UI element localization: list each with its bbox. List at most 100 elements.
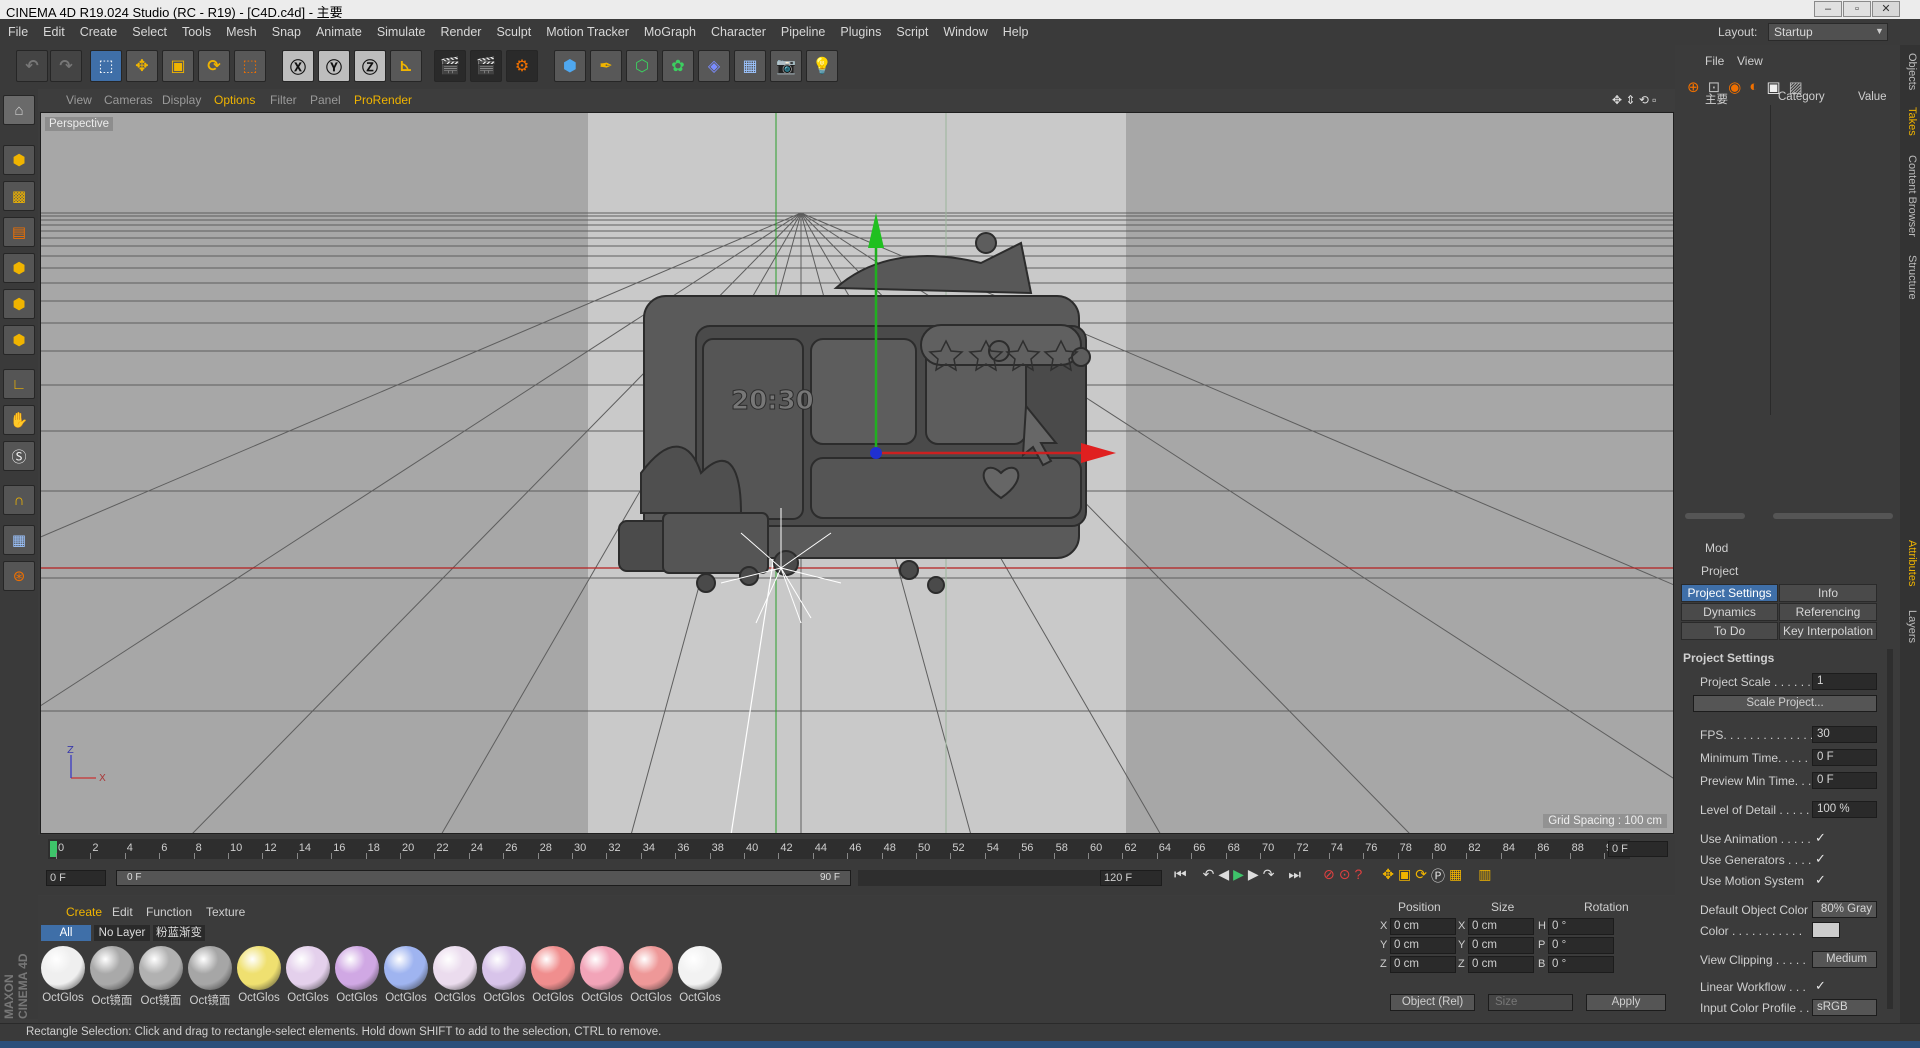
layout-select[interactable]: Startup	[1768, 23, 1888, 41]
next-frame-icon[interactable]: ▶	[1248, 866, 1259, 890]
menu-simulate[interactable]: Simulate	[377, 25, 426, 39]
coord-value-field[interactable]: 0 °	[1548, 937, 1614, 954]
attributes-hscrollbar[interactable]	[1773, 513, 1893, 519]
coordinate-system-icon[interactable]: ⊾	[390, 50, 422, 82]
model-mode-icon[interactable]: ⬢	[3, 145, 35, 175]
menu-motion-tracker[interactable]: Motion Tracker	[546, 25, 629, 39]
move-icon[interactable]: ✥	[126, 50, 158, 82]
attributes-vscrollbar[interactable]	[1887, 649, 1893, 1009]
material-ball[interactable]	[139, 946, 183, 990]
tweak-mode-icon[interactable]: ✋	[3, 405, 35, 435]
key-position-icon[interactable]: ✥	[1382, 866, 1394, 890]
level-of-detail-field[interactable]: 100 %	[1812, 801, 1877, 818]
prev-key-icon[interactable]: ↶	[1203, 866, 1215, 890]
current-frame-field[interactable]: 0 F	[1608, 841, 1668, 857]
coord-value-field[interactable]: 0 cm	[1390, 956, 1456, 973]
snap-icon[interactable]: Ⓢ	[3, 441, 35, 471]
coord-value-field[interactable]: 0 cm	[1390, 937, 1456, 954]
attributes-mode-menu[interactable]: Mod	[1705, 541, 1728, 555]
timeline-ruler[interactable]: 0 2 4 6 8 10 12 14 16 18 20 22 24 26 28 30 32 34 36 38 40 42 4…	[48, 839, 1630, 859]
use-motion-system-checkbox[interactable]: ✓	[1815, 872, 1826, 888]
material-ball[interactable]	[286, 946, 330, 990]
menu-file[interactable]: File	[8, 25, 28, 39]
use-generators-checkbox[interactable]: ✓	[1815, 851, 1826, 867]
menu-tools[interactable]: Tools	[182, 25, 211, 39]
goto-start-icon[interactable]: ⏮	[1174, 866, 1187, 890]
material-ball[interactable]	[433, 946, 477, 990]
menu-window[interactable]: Window	[943, 25, 987, 39]
tab-info[interactable]: Info	[1779, 584, 1877, 602]
rotate-icon[interactable]: ⟳	[198, 50, 230, 82]
material-ball[interactable]	[90, 946, 134, 990]
menu-pipeline[interactable]: Pipeline	[781, 25, 825, 39]
range-slider[interactable]: 0 F 90 F	[116, 870, 851, 886]
side-tab-content-browser[interactable]: Content Browser	[1902, 155, 1918, 237]
menu-animate[interactable]: Animate	[316, 25, 362, 39]
material-ball[interactable]	[335, 946, 379, 990]
menu-mograph[interactable]: MoGraph	[644, 25, 696, 39]
coord-value-field[interactable]: 0 cm	[1390, 918, 1456, 935]
scale-project-button[interactable]: Scale Project...	[1693, 695, 1877, 712]
project-scale-field[interactable]: 1	[1812, 673, 1877, 690]
undo-icon[interactable]: ↶	[16, 50, 48, 82]
keyframe-selection-icon[interactable]: ?	[1355, 866, 1363, 890]
menu-snap[interactable]: Snap	[272, 25, 301, 39]
workplane-lock-icon[interactable]: ▦	[3, 525, 35, 555]
color-swatch[interactable]	[1812, 922, 1840, 938]
make-editable-icon[interactable]: ⌂	[3, 95, 35, 125]
tab-dynamics[interactable]: Dynamics	[1681, 603, 1778, 621]
close-button[interactable]: ✕	[1872, 1, 1900, 17]
menu-sculpt[interactable]: Sculpt	[496, 25, 531, 39]
axis-mode-icon[interactable]: ∟	[3, 369, 35, 399]
redo-icon[interactable]: ↷	[50, 50, 82, 82]
side-tab-attributes[interactable]: Attributes	[1902, 540, 1918, 586]
pen-spline-icon[interactable]: ✒	[590, 50, 622, 82]
material-ball[interactable]	[629, 946, 673, 990]
menu-create[interactable]: Create	[80, 25, 118, 39]
objects-menu-view[interactable]: View	[1737, 54, 1763, 68]
coord-value-field[interactable]: 0 cm	[1468, 956, 1534, 973]
linear-workflow-checkbox[interactable]: ✓	[1815, 978, 1826, 994]
cube-icon[interactable]: ⬢	[554, 50, 586, 82]
viewport-menu-options[interactable]: Options	[214, 93, 255, 107]
bookmark-icon[interactable]: ◐	[1749, 78, 1758, 102]
material-ball[interactable]	[580, 946, 624, 990]
y-axis-lock-icon[interactable]: Ⓨ	[318, 50, 350, 82]
deformer-icon[interactable]: ◈	[698, 50, 730, 82]
menu-edit[interactable]: Edit	[43, 25, 65, 39]
edges-mode-icon[interactable]: ⬢	[3, 289, 35, 319]
menu-plugins[interactable]: Plugins	[840, 25, 881, 39]
subdivision-icon[interactable]: ⬡	[626, 50, 658, 82]
viewport-navigation-icon[interactable]: ✥ ⇕ ⟲ ▫	[1612, 93, 1656, 107]
coord-value-field[interactable]: 0 cm	[1468, 937, 1534, 954]
menu-select[interactable]: Select	[132, 25, 167, 39]
camera-icon[interactable]: 📷	[770, 50, 802, 82]
viewport-menu-filter[interactable]: Filter	[270, 93, 297, 107]
viewport-menu-panel[interactable]: Panel	[310, 93, 341, 107]
fps-field[interactable]: 30	[1812, 726, 1877, 743]
material-ball[interactable]	[531, 946, 575, 990]
light-icon[interactable]: 💡	[806, 50, 838, 82]
perspective-viewport[interactable]: 20:30 Z X Perspective Grid Spacing : 100…	[40, 112, 1674, 834]
side-tab-takes[interactable]: Takes	[1902, 107, 1918, 136]
render-view-icon[interactable]: 🎬	[434, 50, 466, 82]
scale-icon[interactable]: ▣	[162, 50, 194, 82]
minimum-time-field[interactable]: 0 F	[1812, 749, 1877, 766]
magnet-icon[interactable]: ∩	[3, 485, 35, 515]
material-ball[interactable]	[237, 946, 281, 990]
menu-help[interactable]: Help	[1003, 25, 1029, 39]
z-axis-lock-icon[interactable]: Ⓩ	[354, 50, 386, 82]
cloner-icon[interactable]: ✿	[662, 50, 694, 82]
timeline-window-icon[interactable]: ▥	[1478, 866, 1491, 890]
tab-key-interpolation[interactable]: Key Interpolation	[1779, 622, 1877, 640]
tag-icon[interactable]: ◉	[1728, 78, 1741, 102]
render-settings-icon[interactable]: ⚙	[506, 50, 538, 82]
viewport-menu-prorender[interactable]: ProRender	[354, 93, 412, 107]
input-color-profile-select[interactable]: sRGB	[1812, 999, 1877, 1016]
points-mode-icon[interactable]: ⬢	[3, 253, 35, 283]
record-icon[interactable]: ⊘	[1323, 866, 1335, 890]
viewport-menu-cameras[interactable]: Cameras	[104, 93, 153, 107]
coords-mode-select[interactable]: Object (Rel)	[1390, 994, 1475, 1011]
material-ball[interactable]	[384, 946, 428, 990]
key-parameter-icon[interactable]: Ⓟ	[1431, 866, 1445, 890]
